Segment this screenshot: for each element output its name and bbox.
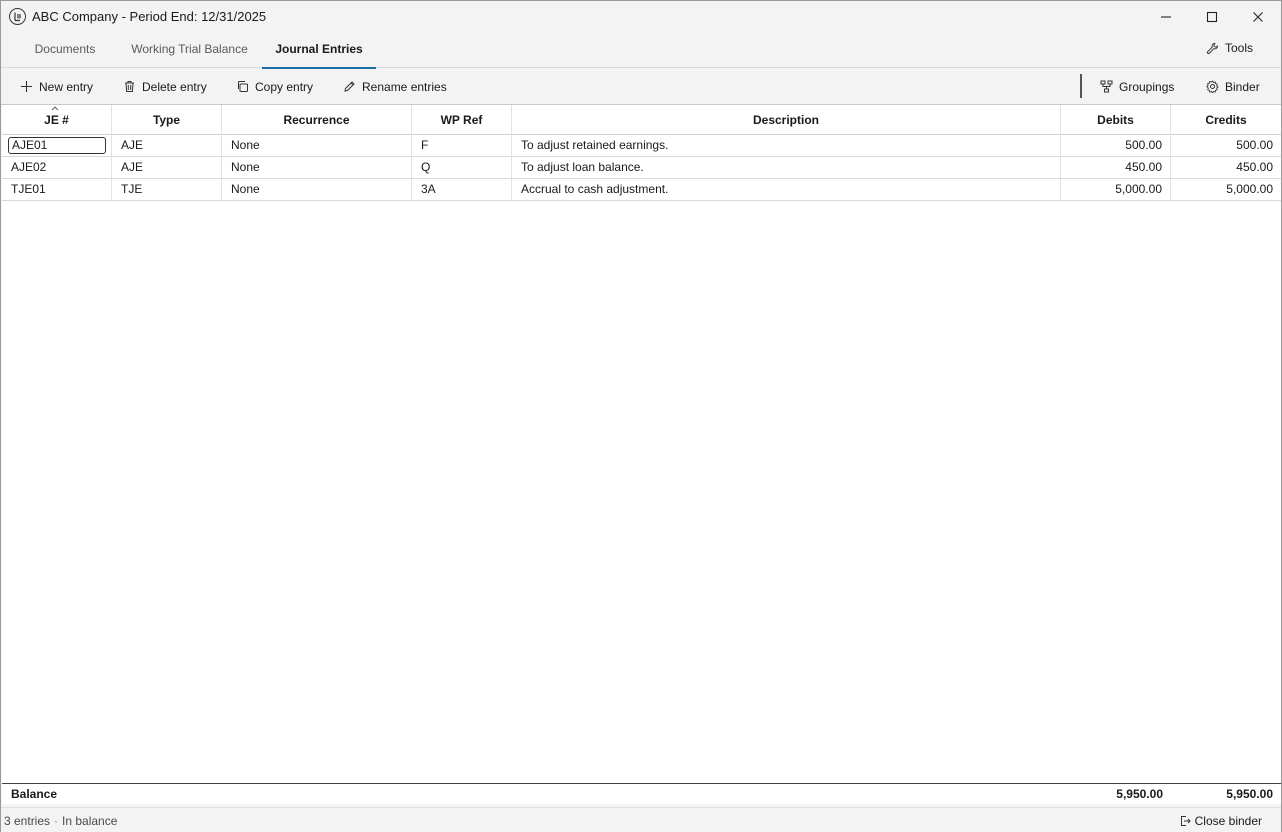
close-icon xyxy=(1253,12,1263,22)
column-header-wp-ref[interactable]: WP Ref xyxy=(412,105,512,135)
new-entry-label: New entry xyxy=(39,79,94,94)
maximize-icon xyxy=(1206,11,1218,23)
table-row[interactable]: TJE01 TJE None 3A Accrual to cash adjust… xyxy=(2,179,1281,201)
balance-credits: 5,950.00 xyxy=(1226,787,1273,801)
cell-type[interactable]: TJE xyxy=(112,179,222,201)
cell-credits[interactable]: 5,000.00 xyxy=(1171,179,1281,201)
tab-working-trial-balance[interactable]: Working Trial Balance xyxy=(122,33,257,68)
cell-wp-ref[interactable]: 3A xyxy=(412,179,512,201)
exit-door-icon xyxy=(1180,816,1191,826)
status-bar: 3 entries · In balance Close binder xyxy=(1,807,1281,832)
hierarchy-icon xyxy=(1100,80,1113,93)
table-row[interactable]: AJE01 AJE None F To adjust retained earn… xyxy=(2,135,1281,157)
cell-debits[interactable]: 450.00 xyxy=(1061,157,1171,179)
balance-debits: 5,950.00 xyxy=(1116,787,1163,801)
copy-entry-label: Copy entry xyxy=(255,79,314,94)
copy-icon xyxy=(238,81,248,92)
toolbar: New entry Delete entry Copy entry Rename… xyxy=(1,68,1281,105)
binder-settings-button[interactable]: Binder xyxy=(1206,78,1260,95)
close-binder-label: Close binder xyxy=(1194,814,1262,828)
rename-entries-label: Rename entries xyxy=(362,79,447,94)
cell-recurrence[interactable]: None xyxy=(222,135,412,157)
copy-entry-button[interactable]: Copy entry xyxy=(236,78,313,95)
title-bar: ABC Company - Period End: 12/31/2025 xyxy=(1,1,1281,33)
tab-documents[interactable]: Documents xyxy=(24,33,106,68)
column-header-type[interactable]: Type xyxy=(112,105,222,135)
cell-description[interactable]: To adjust loan balance. xyxy=(512,157,1061,179)
cell-credits[interactable]: 500.00 xyxy=(1171,135,1281,157)
tab-bar: Documents Working Trial Balance Journal … xyxy=(1,33,1281,69)
minimize-button[interactable] xyxy=(1143,1,1189,33)
delete-entry-label: Delete entry xyxy=(142,79,207,94)
close-window-button[interactable] xyxy=(1235,1,1281,33)
tools-button[interactable]: Tools xyxy=(1206,41,1253,55)
tab-journal-entries[interactable]: Journal Entries xyxy=(262,33,376,69)
app-logo-icon xyxy=(9,8,26,25)
cell-recurrence[interactable]: None xyxy=(222,179,412,201)
cell-type[interactable]: AJE xyxy=(112,157,222,179)
cell-je-number[interactable]: TJE01 xyxy=(2,179,112,201)
column-header-je-number[interactable]: JE # xyxy=(2,105,112,135)
cell-je-number[interactable]: AJE01 xyxy=(2,135,112,157)
toolbar-divider xyxy=(1080,74,1082,98)
minimize-icon xyxy=(1161,16,1171,18)
new-entry-button[interactable]: New entry xyxy=(20,78,93,95)
cell-description[interactable]: Accrual to cash adjustment. xyxy=(512,179,1061,201)
journal-entries-grid: JE # Type Recurrence WP Ref Description … xyxy=(2,105,1281,783)
wrench-icon xyxy=(1206,42,1218,54)
window-title: ABC Company - Period End: 12/31/2025 xyxy=(32,9,267,24)
close-binder-button[interactable]: Close binder xyxy=(1179,814,1262,828)
cell-je-number[interactable]: AJE02 xyxy=(2,157,112,179)
window-controls xyxy=(1143,1,1281,33)
balance-status: In balance xyxy=(62,814,118,828)
maximize-button[interactable] xyxy=(1189,1,1235,33)
cell-description[interactable]: To adjust retained earnings. xyxy=(512,135,1061,157)
groupings-button[interactable]: Groupings xyxy=(1100,78,1174,95)
column-header-description[interactable]: Description xyxy=(512,105,1061,135)
column-header-credits[interactable]: Credits xyxy=(1171,105,1281,135)
cell-type[interactable]: AJE xyxy=(112,135,222,157)
status-separator: · xyxy=(54,814,59,828)
entry-count: 3 entries xyxy=(4,814,51,828)
cell-recurrence[interactable]: None xyxy=(222,157,412,179)
plus-icon xyxy=(21,81,32,92)
balance-row: Balance 5,950.00 5,950.00 xyxy=(2,783,1281,804)
column-header-recurrence[interactable]: Recurrence xyxy=(222,105,412,135)
pencil-icon xyxy=(344,81,355,92)
cell-wp-ref[interactable]: F xyxy=(412,135,512,157)
app-window: ABC Company - Period End: 12/31/2025 Doc… xyxy=(0,0,1282,832)
groupings-label: Groupings xyxy=(1119,79,1175,94)
delete-entry-button[interactable]: Delete entry xyxy=(123,78,207,95)
cell-credits[interactable]: 450.00 xyxy=(1171,157,1281,179)
column-header-debits[interactable]: Debits xyxy=(1061,105,1171,135)
binder-label: Binder xyxy=(1225,79,1260,94)
cell-wp-ref[interactable]: Q xyxy=(412,157,512,179)
cell-debits[interactable]: 500.00 xyxy=(1061,135,1171,157)
gear-icon xyxy=(1206,80,1219,93)
trash-icon xyxy=(125,81,134,92)
grid-header: JE # Type Recurrence WP Ref Description … xyxy=(2,105,1281,135)
status-summary: 3 entries · In balance xyxy=(4,814,117,828)
rename-entries-button[interactable]: Rename entries xyxy=(343,78,447,95)
tools-label: Tools xyxy=(1224,41,1253,55)
balance-label: Balance xyxy=(11,787,58,801)
cell-debits[interactable]: 5,000.00 xyxy=(1061,179,1171,201)
table-row[interactable]: AJE02 AJE None Q To adjust loan balance.… xyxy=(2,157,1281,179)
